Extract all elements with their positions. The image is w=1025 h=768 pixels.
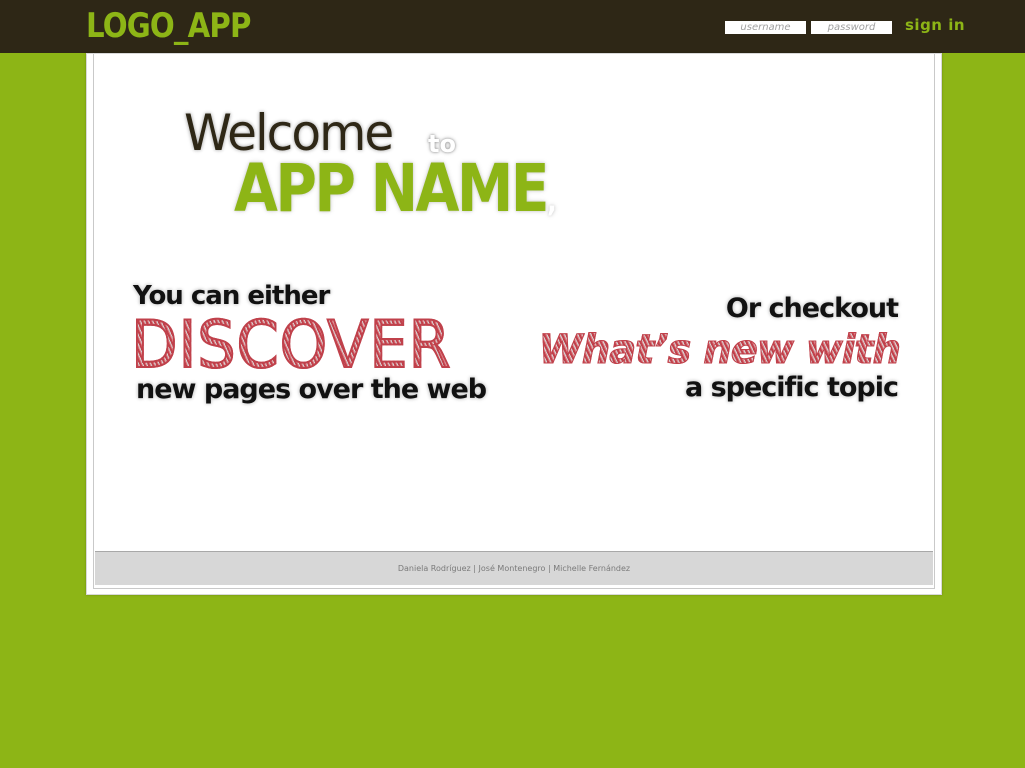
discover-link[interactable]: DISCOVER (130, 307, 451, 384)
sign-in-button[interactable]: sign in (905, 16, 965, 34)
whats-new-link[interactable]: What’s new with (538, 327, 901, 374)
discover-intro-text: You can either (133, 281, 330, 311)
topic-intro-text: Or checkout (725, 293, 899, 324)
app-logo[interactable]: LOGO_APP (86, 6, 251, 46)
top-bar: LOGO_APP sign in (0, 0, 1025, 53)
app-name-heading: APP NAME, (234, 150, 557, 227)
footer-credits: Daniela Rodríguez | José Montenegro | Mi… (95, 551, 933, 585)
password-input[interactable] (811, 21, 892, 34)
discover-subtext: new pages over the web (136, 374, 487, 405)
app-name-comma: , (546, 184, 557, 219)
topic-subtext: a specific topic (684, 372, 899, 403)
app-name-text: APP NAME (234, 150, 550, 227)
username-input[interactable] (725, 21, 806, 34)
